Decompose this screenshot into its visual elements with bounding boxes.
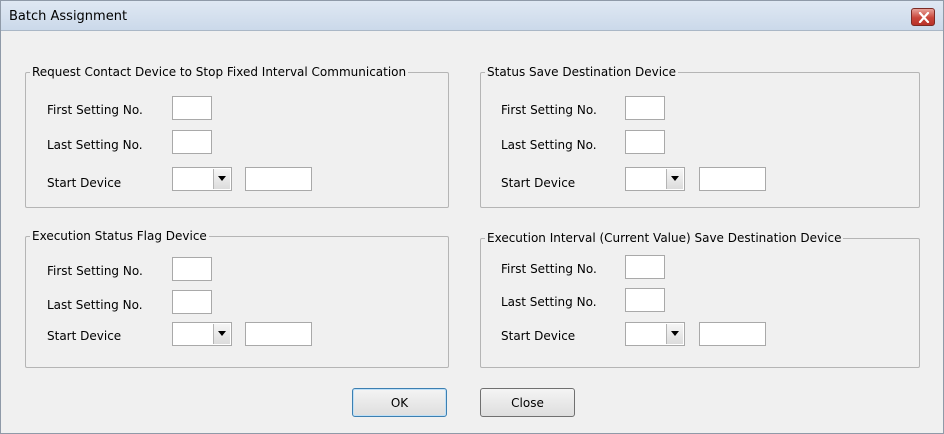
start-device-type-select[interactable] xyxy=(172,322,232,346)
first-setting-label: First Setting No. xyxy=(501,262,597,276)
dropdown-button[interactable] xyxy=(213,169,230,189)
last-setting-input[interactable] xyxy=(172,130,212,154)
title-bar[interactable]: Batch Assignment xyxy=(1,1,943,31)
last-setting-label: Last Setting No. xyxy=(47,138,143,152)
dropdown-button[interactable] xyxy=(666,324,683,344)
batch-assignment-window: Batch Assignment Request Contact Device … xyxy=(0,0,944,434)
first-setting-label: First Setting No. xyxy=(47,264,143,278)
ok-button[interactable]: OK xyxy=(352,388,447,417)
chevron-down-icon xyxy=(218,331,226,336)
close-button[interactable]: Close xyxy=(480,388,575,417)
start-device-number-input[interactable] xyxy=(245,322,312,346)
group-legend: Request Contact Device to Stop Fixed Int… xyxy=(32,65,407,79)
start-device-number-input[interactable] xyxy=(699,322,766,346)
dropdown-button[interactable] xyxy=(666,169,683,189)
start-device-type-select[interactable] xyxy=(625,167,685,191)
last-setting-input[interactable] xyxy=(625,288,665,312)
first-setting-input[interactable] xyxy=(172,96,212,120)
start-device-number-input[interactable] xyxy=(245,167,312,191)
last-setting-input[interactable] xyxy=(625,130,665,154)
start-device-label: Start Device xyxy=(501,176,576,190)
first-setting-input[interactable] xyxy=(172,257,212,281)
window-close-button[interactable] xyxy=(911,8,935,26)
dialog-body: Request Contact Device to Stop Fixed Int… xyxy=(9,32,935,430)
chevron-down-icon xyxy=(671,176,679,181)
chevron-down-icon xyxy=(218,176,226,181)
last-setting-label: Last Setting No. xyxy=(501,295,597,309)
first-setting-input[interactable] xyxy=(625,255,665,279)
start-device-type-select[interactable] xyxy=(172,167,232,191)
group-legend: Execution Interval (Current Value) Save … xyxy=(487,231,842,245)
last-setting-label: Last Setting No. xyxy=(47,298,143,312)
start-device-type-select[interactable] xyxy=(625,322,685,346)
window-title: Batch Assignment xyxy=(9,9,128,24)
chevron-down-icon xyxy=(671,331,679,336)
start-device-label: Start Device xyxy=(47,176,122,190)
first-setting-label: First Setting No. xyxy=(501,103,597,117)
last-setting-label: Last Setting No. xyxy=(501,138,597,152)
first-setting-input[interactable] xyxy=(625,96,665,120)
last-setting-input[interactable] xyxy=(172,290,212,314)
start-device-number-input[interactable] xyxy=(699,167,766,191)
start-device-label: Start Device xyxy=(47,329,122,343)
start-device-label: Start Device xyxy=(501,329,576,343)
group-legend: Execution Status Flag Device xyxy=(32,229,207,243)
close-icon xyxy=(918,12,930,23)
group-legend: Status Save Destination Device xyxy=(487,65,677,79)
dropdown-button[interactable] xyxy=(213,324,230,344)
first-setting-label: First Setting No. xyxy=(47,103,143,117)
